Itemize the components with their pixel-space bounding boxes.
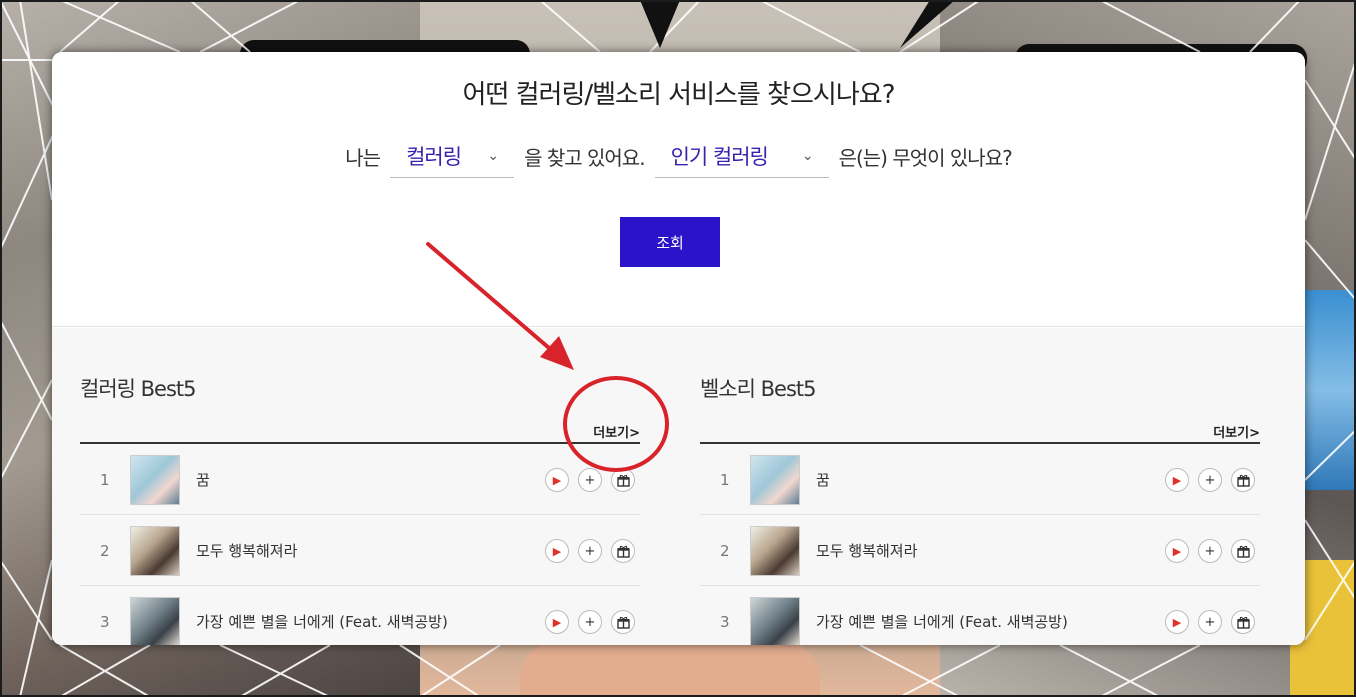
query-prefix: 나는	[345, 145, 381, 170]
service-panel: 어떤 컬러링/벨소리 서비스를 찾으시나요? 나는 컬러링 ⌄ 을 찾고 있어요…	[52, 52, 1305, 645]
add-icon[interactable]: +	[578, 539, 602, 563]
rank-number: 1	[100, 471, 110, 489]
add-icon[interactable]: +	[578, 468, 602, 492]
best5-lists: 컬러링 Best5 더보기> 1 꿈 ▶ + 2 모두 행복해져라 ▶ + 3 …	[52, 328, 1305, 645]
item-actions: ▶ +	[1165, 468, 1255, 492]
song-title[interactable]: 모두 행복해져라	[196, 540, 297, 561]
list-item[interactable]: 2 모두 행복해져라 ▶ +	[80, 515, 640, 586]
coloring-list: 1 꿈 ▶ + 2 모두 행복해져라 ▶ + 3 가장 예쁜 별을 너에게 (F…	[80, 444, 640, 645]
coloring-more-link[interactable]: 더보기>	[593, 422, 640, 441]
query-suffix: 은(는) 무엇이 있나요?	[838, 145, 1013, 170]
gift-icon[interactable]	[611, 610, 635, 634]
rank-number: 3	[100, 613, 110, 631]
item-actions: ▶ +	[1165, 610, 1255, 634]
item-actions: ▶ +	[545, 468, 635, 492]
ringtone-more-link[interactable]: 더보기>	[1213, 422, 1260, 441]
list-item[interactable]: 3 가장 예쁜 별을 너에게 (Feat. 새벽공방) ▶ +	[700, 586, 1260, 645]
play-icon[interactable]: ▶	[545, 468, 569, 492]
list-item[interactable]: 3 가장 예쁜 별을 너에게 (Feat. 새벽공방) ▶ +	[80, 586, 640, 645]
album-cover[interactable]	[750, 455, 800, 505]
play-icon[interactable]: ▶	[1165, 539, 1189, 563]
item-actions: ▶ +	[545, 539, 635, 563]
chevron-down-icon: ⌄	[487, 147, 499, 164]
gift-icon[interactable]	[611, 539, 635, 563]
service-type-select[interactable]: 컬러링 ⌄	[390, 134, 515, 178]
rank-number: 1	[720, 471, 730, 489]
album-cover[interactable]	[130, 597, 180, 645]
chevron-down-icon: ⌄	[801, 147, 814, 164]
item-actions: ▶ +	[1165, 539, 1255, 563]
album-cover[interactable]	[130, 526, 180, 576]
song-title[interactable]: 가장 예쁜 별을 너에게 (Feat. 새벽공방)	[816, 611, 1068, 632]
rank-number: 2	[100, 542, 110, 560]
service-type-value: 컬러링	[406, 144, 462, 169]
rank-number: 2	[720, 542, 730, 560]
list-item[interactable]: 1 꿈 ▶ +	[80, 444, 640, 515]
album-cover[interactable]	[750, 597, 800, 645]
play-icon[interactable]: ▶	[1165, 610, 1189, 634]
play-icon[interactable]: ▶	[545, 610, 569, 634]
query-row: 나는 컬러링 ⌄ 을 찾고 있어요. 인기 컬러링 ⌄ 은(는) 무엇이 있나요…	[52, 134, 1305, 178]
song-title[interactable]: 가장 예쁜 별을 너에게 (Feat. 새벽공방)	[196, 611, 448, 632]
gift-icon[interactable]	[1231, 539, 1255, 563]
gift-icon[interactable]	[1231, 610, 1255, 634]
ringtone-best5-title: 벨소리 Best5	[700, 377, 816, 401]
gift-icon[interactable]	[611, 468, 635, 492]
play-icon[interactable]: ▶	[545, 539, 569, 563]
album-cover[interactable]	[130, 455, 180, 505]
gift-icon[interactable]	[1231, 468, 1255, 492]
album-cover[interactable]	[750, 526, 800, 576]
song-title[interactable]: 꿈	[816, 469, 830, 490]
add-icon[interactable]: +	[1198, 610, 1222, 634]
coloring-best5-title: 컬러링 Best5	[80, 377, 196, 401]
song-title[interactable]: 모두 행복해져라	[816, 540, 917, 561]
add-icon[interactable]: +	[578, 610, 602, 634]
category-value: 인기 컬러링	[670, 144, 769, 169]
list-item[interactable]: 2 모두 행복해져라 ▶ +	[700, 515, 1260, 586]
category-select[interactable]: 인기 컬러링 ⌄	[654, 134, 829, 178]
page-title: 어떤 컬러링/벨소리 서비스를 찾으시나요?	[462, 80, 896, 110]
query-middle: 을 찾고 있어요.	[524, 145, 645, 170]
rank-number: 3	[720, 613, 730, 631]
search-button[interactable]: 조회	[620, 217, 720, 267]
list-item[interactable]: 1 꿈 ▶ +	[700, 444, 1260, 515]
add-icon[interactable]: +	[1198, 539, 1222, 563]
item-actions: ▶ +	[545, 610, 635, 634]
add-icon[interactable]: +	[1198, 468, 1222, 492]
song-title[interactable]: 꿈	[196, 469, 210, 490]
search-section: 어떤 컬러링/벨소리 서비스를 찾으시나요? 나는 컬러링 ⌄ 을 찾고 있어요…	[52, 52, 1305, 327]
ringtone-list: 1 꿈 ▶ + 2 모두 행복해져라 ▶ + 3 가장 예쁜 별을 너에게 (F…	[700, 444, 1260, 645]
play-icon[interactable]: ▶	[1165, 468, 1189, 492]
